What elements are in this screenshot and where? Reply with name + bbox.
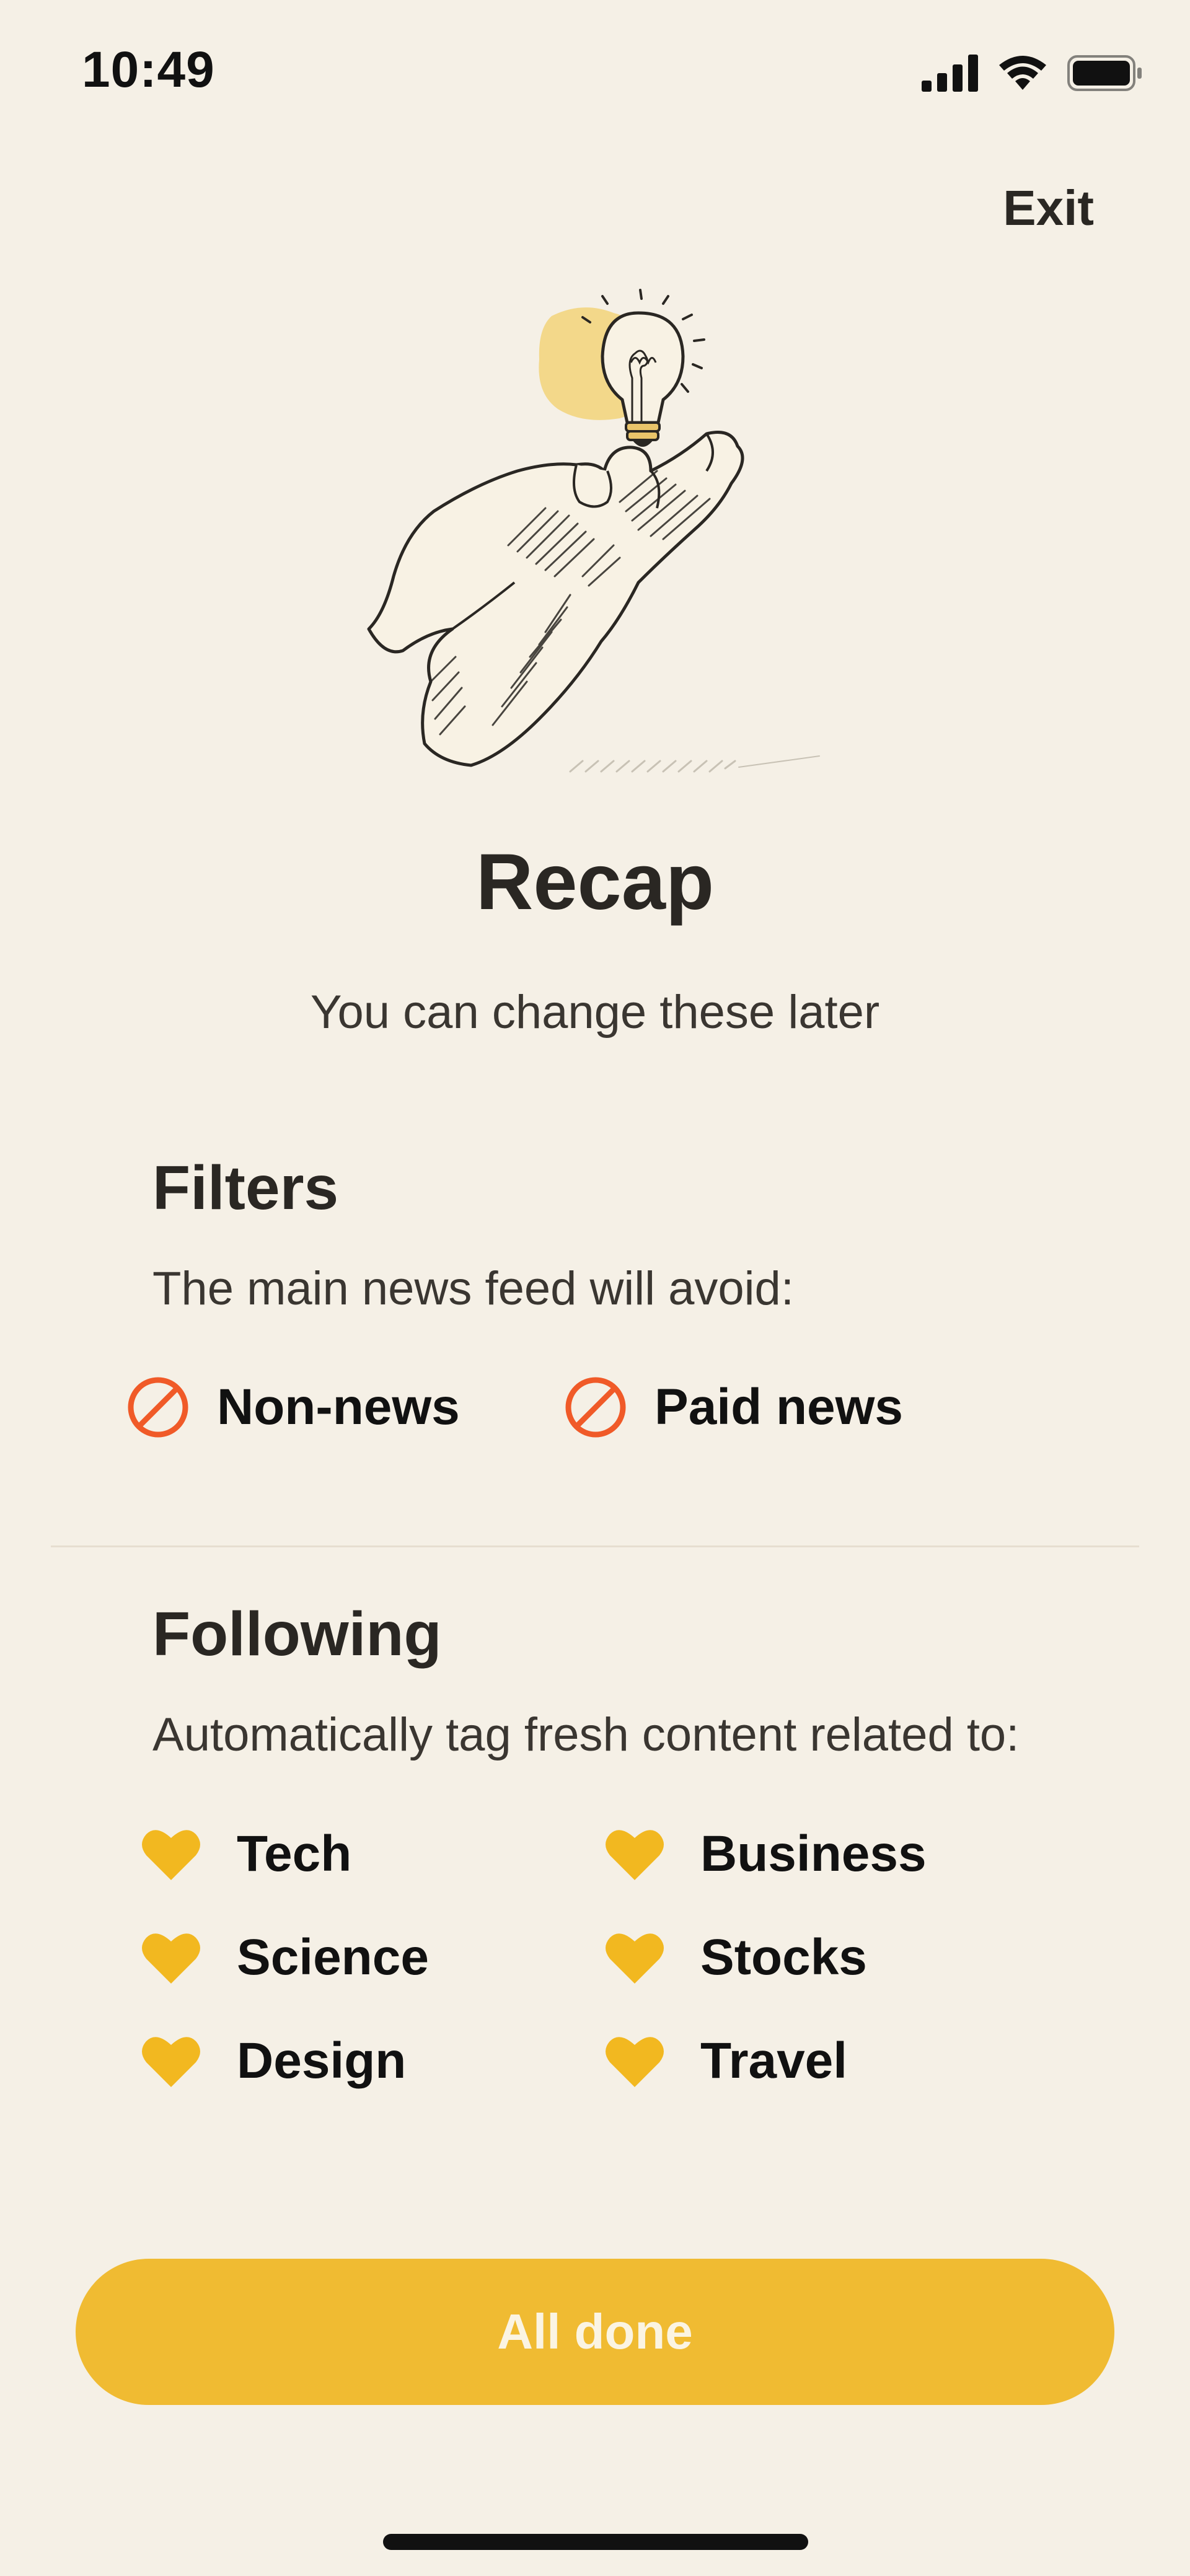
filter-item-non-news[interactable]: Non-news	[126, 1376, 460, 1439]
signal-icon	[922, 55, 978, 92]
topic-item-science[interactable]: Science	[141, 1928, 429, 1987]
block-icon	[128, 1377, 188, 1438]
status-bar: 10:49	[0, 0, 1190, 149]
filters-heading: Filters	[152, 1153, 339, 1223]
topic-item-stocks[interactable]: Stocks	[605, 1928, 867, 1987]
home-indicator[interactable]	[383, 2534, 808, 2550]
exit-button[interactable]: Exit	[1003, 180, 1094, 237]
following-description: Automatically tag fresh content related …	[152, 1708, 1020, 1761]
topic-label: Tech	[237, 1826, 352, 1882]
status-time: 10:49	[82, 42, 215, 98]
wifi-icon	[999, 56, 1046, 90]
topic-label: Stocks	[700, 1929, 867, 1985]
topic-label: Business	[700, 1826, 927, 1882]
topic-label: Design	[237, 2033, 407, 2089]
topic-item-business[interactable]: Business	[605, 1825, 927, 1883]
heart-icon	[606, 1830, 664, 1880]
heart-icon	[606, 2037, 664, 2087]
filter-item-label: Paid news	[654, 1379, 904, 1435]
page-title: Recap	[475, 838, 715, 926]
topic-item-design[interactable]: Design	[141, 2032, 406, 2090]
filters-description: The main news feed will avoid:	[152, 1262, 794, 1315]
battery-icon	[1067, 55, 1142, 91]
topic-item-tech[interactable]: Tech	[141, 1825, 351, 1883]
topic-label: Science	[237, 1929, 429, 1985]
topic-label: Travel	[700, 2033, 848, 2089]
heart-icon	[142, 2037, 200, 2087]
filter-item-label: Non-news	[217, 1379, 460, 1435]
heart-icon	[606, 1933, 664, 1984]
topic-item-travel[interactable]: Travel	[605, 2032, 847, 2090]
heart-icon	[142, 1830, 200, 1880]
heart-icon	[142, 1933, 200, 1984]
page-subtitle: You can change these later	[310, 986, 880, 1039]
filter-item-paid-news[interactable]: Paid news	[564, 1376, 903, 1439]
all-done-button[interactable]: All done	[76, 2259, 1114, 2405]
hand-lightbulb-illustration	[367, 289, 820, 773]
status-icons	[922, 51, 1144, 95]
block-icon	[565, 1377, 626, 1438]
section-divider	[51, 1545, 1139, 1547]
following-heading: Following	[152, 1599, 442, 1669]
